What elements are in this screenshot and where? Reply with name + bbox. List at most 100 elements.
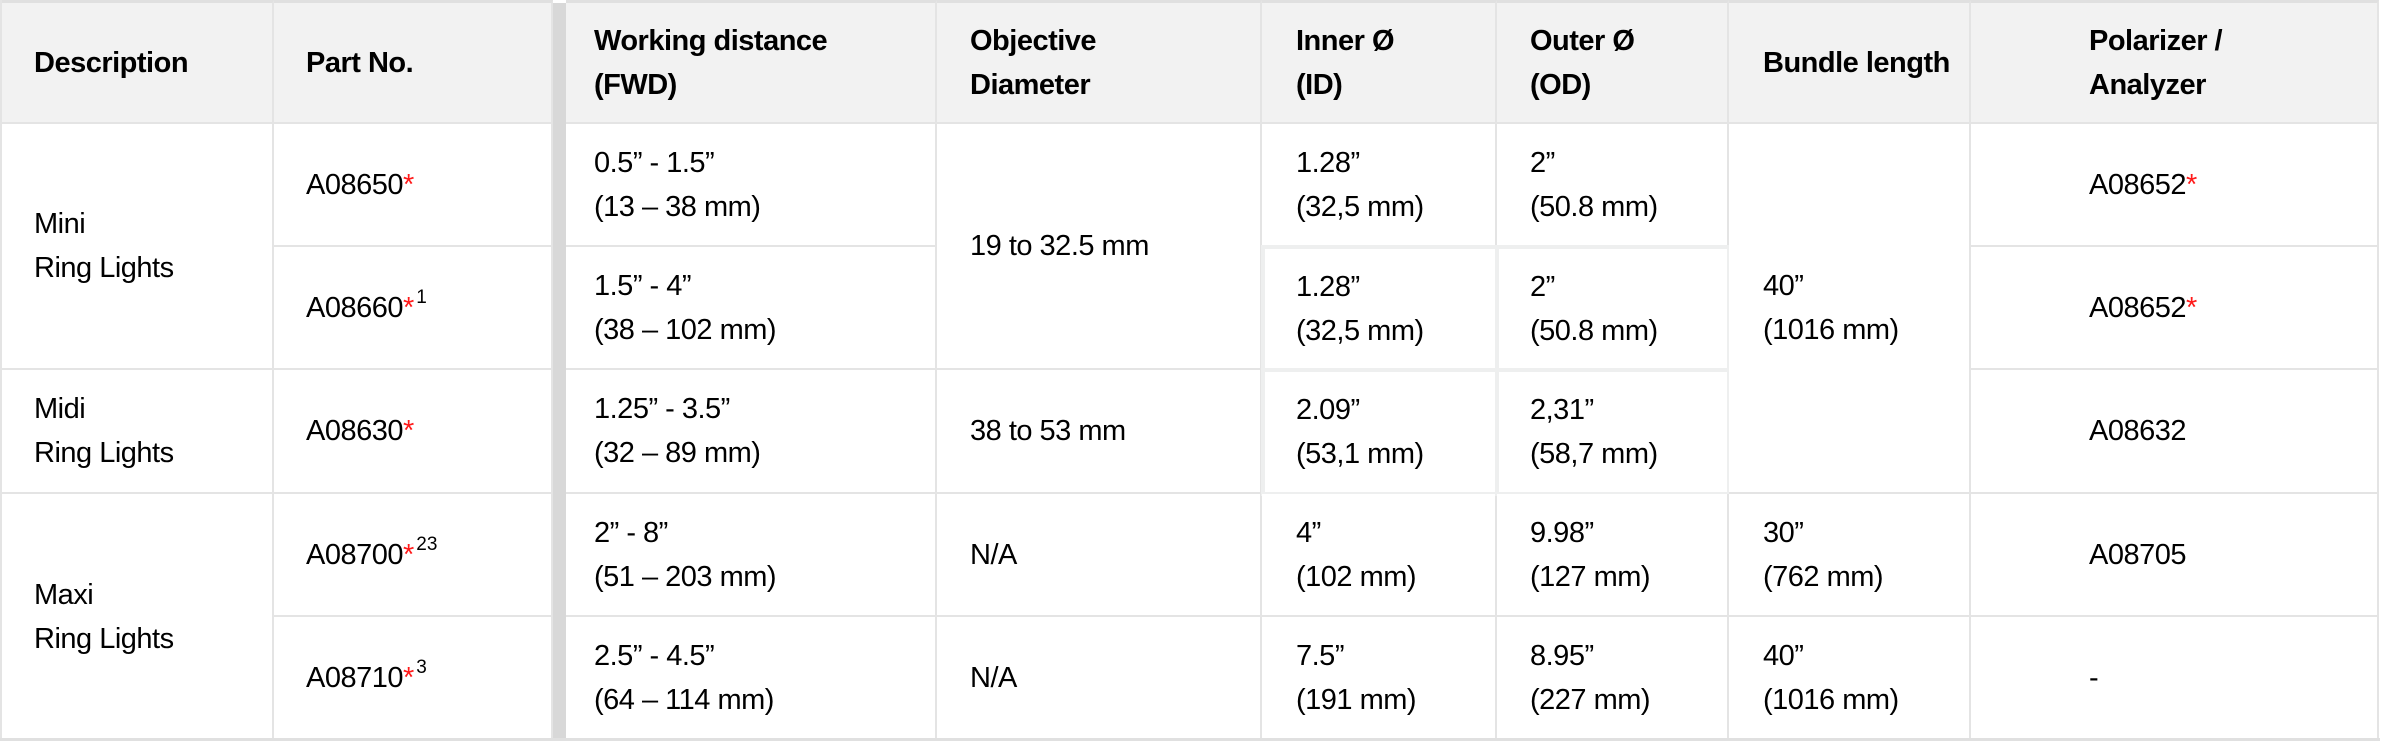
group-label: Maxi Ring Lights: [34, 578, 174, 655]
bundle-length-cell: 40” (1016 mm): [1729, 617, 1971, 741]
table-row-part-no: A08710 * 3: [274, 617, 553, 741]
polarizer-cell: A08652 *: [1971, 124, 2379, 247]
inner-diameter-cell: 7.5” (191 mm): [1262, 617, 1497, 741]
asterisk-marker: *: [403, 168, 415, 201]
outer-diameter-cell: 2” (50.8 mm): [1495, 245, 1731, 372]
polarizer-part: -: [2089, 662, 2099, 694]
table-bottom-border: [0, 738, 2380, 741]
objective-diameter-cell: 38 to 53 mm: [937, 370, 1262, 494]
polarizer-cell: A08632: [1971, 370, 2379, 494]
outer-diameter-cell: 9.98” (127 mm): [1497, 494, 1729, 617]
objective-diameter-value: N/A: [970, 538, 1017, 571]
outer-diameter-value: 9.98” (127 mm): [1530, 516, 1651, 593]
polarizer-cell: A08652 *: [1971, 247, 2379, 370]
group-midi: Midi Ring Lights: [0, 370, 274, 494]
inner-diameter-value: 1.28” (32,5 mm): [1296, 270, 1424, 347]
inner-diameter-value: 4” (102 mm): [1296, 516, 1417, 593]
outer-diameter-value: 2” (50.8 mm): [1530, 146, 1658, 223]
bundle-length-cell: 40” (1016 mm): [1729, 124, 1971, 494]
outer-diameter-value: 2” (50.8 mm): [1530, 270, 1658, 347]
inner-diameter-cell: 4” (102 mm): [1262, 494, 1497, 617]
working-distance-value: 1.25” - 3.5” (32 – 89 mm): [594, 393, 761, 469]
header-objective-diameter-label: Objective Diameter: [970, 24, 1097, 101]
objective-diameter-value: N/A: [970, 662, 1017, 694]
table-row-part-no: A08630 *: [274, 370, 553, 494]
footnote-ref: 23: [416, 533, 438, 555]
header-inner-diameter: Inner Ø (ID): [1262, 0, 1497, 124]
header-outer-diameter: Outer Ø (OD): [1497, 0, 1729, 124]
asterisk-marker: *: [403, 415, 415, 447]
polarizer-part: A08652: [2089, 168, 2187, 201]
polarizer-cell: -: [1971, 617, 2379, 741]
working-distance-cell: 1.5” - 4” (38 – 102 mm): [566, 247, 937, 370]
table-row-part-no: A08700 * 23: [274, 494, 553, 617]
header-bundle-length: Bundle length: [1729, 0, 1971, 124]
working-distance-value: 1.5” - 4” (38 – 102 mm): [594, 269, 777, 346]
asterisk-marker: *: [2186, 168, 2198, 201]
header-outer-diameter-label: Outer Ø (OD): [1530, 24, 1635, 101]
objective-diameter-cell: 19 to 32.5 mm: [937, 124, 1262, 370]
header-inner-diameter-label: Inner Ø (ID): [1296, 24, 1395, 101]
group-label: Mini Ring Lights: [34, 208, 174, 284]
part-number: A08630: [306, 415, 404, 447]
header-description-label: Description: [34, 46, 189, 79]
part-number: A08650: [306, 168, 404, 201]
asterisk-marker: *: [2186, 291, 2198, 324]
header-working-distance-label: Working distance (FWD): [594, 24, 828, 101]
outer-diameter-cell: 8.95” (227 mm): [1497, 617, 1729, 741]
ring-lights-table: Description Part No. Working distance (F…: [0, 0, 2381, 748]
header-working-distance: Working distance (FWD): [566, 0, 937, 124]
working-distance-cell: 2” - 8” (51 – 203 mm): [566, 494, 937, 617]
table-row-part-no: A08660 * 1: [274, 247, 553, 370]
working-distance-cell: 0.5” - 1.5” (13 – 38 mm): [566, 124, 937, 247]
header-part-no-label: Part No.: [306, 46, 414, 79]
outer-diameter-cell: 2,31” (58,7 mm): [1495, 368, 1731, 496]
group-label: Midi Ring Lights: [34, 393, 174, 469]
table-row-part-no: A08650 *: [274, 124, 553, 247]
group-maxi: Maxi Ring Lights: [0, 494, 274, 741]
inner-diameter-value: 2.09” (53,1 mm): [1296, 394, 1424, 470]
asterisk-marker: *: [403, 538, 415, 571]
header-part-no: Part No.: [274, 0, 553, 124]
working-distance-cell: 2.5” - 4.5” (64 – 114 mm): [566, 617, 937, 741]
inner-diameter-cell: 2.09” (53,1 mm): [1261, 368, 1499, 496]
bundle-length-value: 40” (1016 mm): [1763, 270, 1899, 346]
header-objective-diameter: Objective Diameter: [937, 0, 1262, 124]
polarizer-part: A08632: [2089, 415, 2187, 447]
working-distance-cell: 1.25” - 3.5” (32 – 89 mm): [566, 370, 937, 494]
header-description: Description: [0, 0, 274, 124]
objective-diameter-cell: N/A: [937, 494, 1262, 617]
group-mini: Mini Ring Lights: [0, 124, 274, 370]
part-number: A08660: [306, 291, 404, 324]
polarizer-part: A08652: [2089, 291, 2187, 324]
outer-diameter-cell: 2” (50.8 mm): [1497, 124, 1729, 247]
header-polarizer-analyzer: Polarizer / Analyzer: [1971, 0, 2379, 124]
polarizer-cell: A08705: [1971, 494, 2379, 617]
working-distance-value: 2.5” - 4.5” (64 – 114 mm): [594, 640, 774, 716]
part-number: A08710: [306, 662, 404, 694]
column-divider: [553, 3, 566, 741]
footnote-ref: 3: [416, 657, 427, 678]
objective-diameter-value: 38 to 53 mm: [970, 415, 1126, 447]
objective-diameter-value: 19 to 32.5 mm: [970, 230, 1149, 262]
bundle-length-cell: 30” (762 mm): [1729, 494, 1971, 617]
working-distance-value: 0.5” - 1.5” (13 – 38 mm): [594, 146, 761, 223]
polarizer-part: A08705: [2089, 538, 2187, 571]
footnote-ref: 1: [416, 286, 427, 308]
inner-diameter-cell: 1.28” (32,5 mm): [1262, 124, 1497, 247]
bundle-length-value: 30” (762 mm): [1763, 516, 1884, 593]
objective-diameter-cell: N/A: [937, 617, 1262, 741]
inner-diameter-value: 1.28” (32,5 mm): [1296, 146, 1424, 223]
asterisk-marker: *: [403, 291, 415, 324]
inner-diameter-value: 7.5” (191 mm): [1296, 640, 1417, 716]
working-distance-value: 2” - 8” (51 – 203 mm): [594, 516, 777, 593]
bundle-length-value: 40” (1016 mm): [1763, 640, 1899, 716]
inner-diameter-cell: 1.28” (32,5 mm): [1261, 245, 1499, 372]
outer-diameter-value: 2,31” (58,7 mm): [1530, 394, 1658, 470]
part-number: A08700: [306, 538, 404, 571]
outer-diameter-value: 8.95” (227 mm): [1530, 640, 1651, 716]
header-bundle-length-label: Bundle length: [1763, 46, 1950, 79]
header-polarizer-analyzer-label: Polarizer / Analyzer: [2089, 24, 2223, 101]
asterisk-marker: *: [403, 662, 415, 694]
table-left-border: [0, 0, 2, 741]
